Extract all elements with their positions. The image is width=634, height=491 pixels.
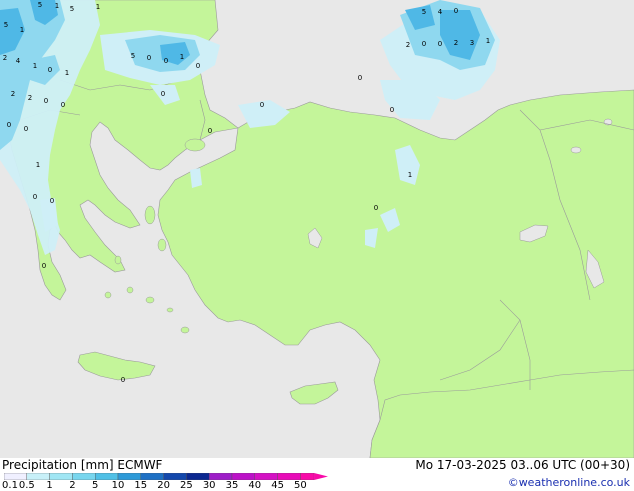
colorbar-tick-label: 40 bbox=[248, 480, 262, 491]
precip-value: 5 bbox=[38, 1, 42, 9]
precip-value: 0 bbox=[196, 62, 200, 70]
precip-value: 2 bbox=[11, 90, 15, 98]
colorbar-segment bbox=[117, 473, 141, 480]
precip-value: 0 bbox=[7, 121, 11, 129]
colorbar-segment bbox=[208, 473, 233, 480]
precip-value: 5 bbox=[70, 5, 74, 13]
colorbar-tick-label: 1 bbox=[46, 480, 53, 491]
precip-value: 0 bbox=[358, 74, 362, 82]
colorbar-segment bbox=[300, 473, 315, 480]
precip-value: 0 bbox=[33, 193, 37, 201]
precip-value: 1 bbox=[486, 37, 490, 45]
colorbar-tick-label: 30 bbox=[202, 480, 216, 491]
precip-value: 5 bbox=[422, 8, 426, 16]
precip-value: 0 bbox=[161, 90, 165, 98]
precip-value: 0 bbox=[454, 7, 458, 15]
precip-value: 1 bbox=[55, 2, 59, 10]
precip-value: 0 bbox=[438, 40, 442, 48]
precip-value: 0 bbox=[44, 97, 48, 105]
precip-value: 0 bbox=[48, 66, 52, 74]
precip-value: 0 bbox=[422, 40, 426, 48]
legend-title: Precipitation [mm] ECMWF bbox=[2, 458, 163, 472]
precip-value: 1 bbox=[20, 26, 24, 34]
colorbar-segment bbox=[140, 473, 164, 480]
precip-value: 2 bbox=[454, 39, 458, 47]
colorbar-tick-label: 0.1 bbox=[2, 480, 18, 491]
colorbar-segment bbox=[186, 473, 210, 480]
colorbar-tick-label: 45 bbox=[271, 480, 284, 491]
colorbar-tick-label: 20 bbox=[157, 480, 170, 491]
colorbar-tick-label: 10 bbox=[111, 480, 125, 491]
precip-value: 2 bbox=[406, 41, 410, 49]
precip-value: 0 bbox=[24, 125, 28, 133]
precip-value: 4 bbox=[438, 8, 443, 16]
colorbar-segment bbox=[72, 473, 96, 480]
forecast-datetime: Mo 17-03-2025 03..06 UTC (00+30) bbox=[415, 458, 630, 472]
colorbar-segment bbox=[163, 473, 187, 480]
precip-value: 0 bbox=[42, 262, 46, 270]
precip-value: 5 bbox=[4, 21, 8, 29]
colorbar-tick-label: 0.5 bbox=[18, 480, 35, 491]
colorbar-tick-label: 50 bbox=[294, 480, 307, 491]
precip-value: 1 bbox=[96, 3, 100, 11]
precip-value: 0 bbox=[260, 101, 264, 109]
colorbar-segment bbox=[4, 473, 27, 480]
precip-value: 5 bbox=[131, 52, 135, 60]
colorbar-tick-label: 5 bbox=[92, 480, 99, 491]
colorbar-segment bbox=[49, 473, 73, 480]
precip-value: 0 bbox=[147, 54, 151, 62]
precip-value: 1 bbox=[36, 161, 40, 169]
map-svg: 5 1 5 1 5 1 2 4 1 0 1 2 2 0 0 0 0 1 0 0 … bbox=[0, 0, 634, 459]
precip-value: 0 bbox=[121, 376, 125, 384]
precip-value: 0 bbox=[208, 127, 212, 135]
colorbar-arrow bbox=[314, 473, 328, 480]
precip-value: 1 bbox=[33, 62, 37, 70]
colorbar-segment bbox=[94, 473, 119, 480]
precip-value: 1 bbox=[65, 69, 69, 77]
colorbar-segment bbox=[231, 473, 255, 480]
colorbar-tick-label: 2 bbox=[69, 480, 76, 491]
colorbar-tick-label: 15 bbox=[134, 480, 148, 491]
colorbar-tick-label: 25 bbox=[180, 480, 193, 491]
precip-value: 2 bbox=[28, 94, 32, 102]
colorbar-segment bbox=[277, 473, 301, 480]
precip-value: 0 bbox=[61, 101, 65, 109]
precip-value: 3 bbox=[470, 39, 474, 47]
precip-value: 4 bbox=[16, 57, 21, 65]
precip-value: 0 bbox=[390, 106, 394, 114]
precip-value: 0 bbox=[164, 57, 168, 65]
colorbar-segment bbox=[26, 473, 50, 480]
precip-value: 2 bbox=[3, 54, 7, 62]
precip-value: 0 bbox=[374, 204, 378, 212]
colorbar bbox=[4, 473, 328, 480]
credit-link[interactable]: ©weatheronline.co.uk bbox=[508, 476, 630, 489]
precipitation-map: 5 1 5 1 5 1 2 4 1 0 1 2 2 0 0 0 0 1 0 0 … bbox=[0, 0, 634, 459]
precip-value: 1 bbox=[408, 171, 412, 179]
precip-value: 1 bbox=[180, 53, 184, 61]
precip-value: 0 bbox=[50, 197, 54, 205]
colorbar-segment bbox=[254, 473, 278, 480]
colorbar-tick-label: 35 bbox=[225, 480, 239, 491]
